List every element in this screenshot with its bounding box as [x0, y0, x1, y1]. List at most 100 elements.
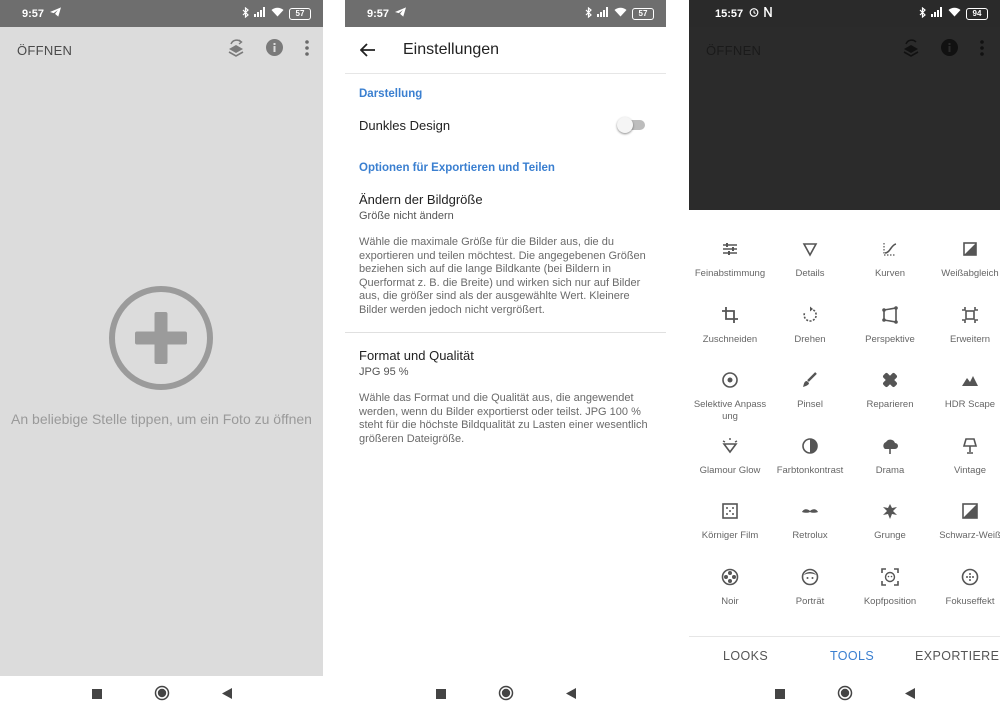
open-screen: 9:57 57 ÖFFNEN An beliebige Stelle tippe… — [0, 0, 323, 714]
signal-icon — [597, 7, 609, 20]
tool-label: Kopfposition — [863, 595, 917, 607]
open-button[interactable]: ÖFFNEN — [706, 43, 761, 58]
tool-label: Details — [795, 268, 825, 279]
home-icon[interactable] — [154, 685, 170, 706]
tool-healing[interactable]: Reparieren — [852, 369, 928, 411]
tool-brush[interactable]: Pinsel — [772, 369, 848, 411]
tab-looks[interactable]: LOOKS — [723, 649, 768, 663]
white-balance-icon — [932, 238, 1000, 260]
settings-screen: 9:57 57 Einstellungen Darstellung Dunkle… — [345, 0, 666, 714]
tool-glamour-glow[interactable]: Glamour Glow — [692, 435, 768, 477]
recents-icon[interactable] — [774, 686, 785, 704]
tool-perspective[interactable]: Perspektive — [852, 304, 928, 346]
tool-label: Noir — [721, 595, 739, 607]
layers-icon[interactable] — [903, 38, 919, 62]
back-arrow-icon[interactable] — [345, 43, 391, 57]
more-options-icon[interactable] — [980, 39, 984, 61]
tool-label: Porträt — [795, 595, 825, 607]
photo-open-area[interactable]: ÖFFNEN An beliebige Stelle tippen, um ei… — [0, 27, 323, 676]
tool-lens-blur[interactable]: Fokuseffekt — [932, 566, 1000, 608]
app-bar: ÖFFNEN — [0, 27, 323, 73]
system-nav-bar — [345, 676, 666, 714]
tool-black-white[interactable]: Schwarz-Weiß — [932, 500, 1000, 542]
recents-icon[interactable] — [435, 686, 446, 704]
tool-label: Drama — [875, 464, 905, 476]
page-title: Einstellungen — [403, 41, 500, 58]
tool-label: Erweitern — [949, 333, 991, 345]
tool-retrolux[interactable]: Retrolux — [772, 500, 848, 542]
wifi-icon — [271, 7, 284, 20]
expand-icon — [932, 304, 1000, 326]
tool-curves[interactable]: Kurven — [852, 238, 928, 280]
tool-label: Farbtonkontrast — [776, 464, 844, 476]
image-preview-area: ÖFFNEN — [689, 27, 1000, 210]
tools-grid: Feinabstimmung Details Kurven Weißabgleich Z… — [689, 210, 1000, 636]
divider — [345, 332, 666, 333]
tool-grainy-film[interactable]: Körniger Film — [692, 500, 768, 542]
add-photo-icon[interactable] — [108, 285, 214, 396]
section-display-title: Darstellung — [359, 88, 423, 100]
layers-icon[interactable] — [228, 38, 244, 62]
tool-label: Schwarz-Weiß — [939, 530, 1000, 541]
tab-export[interactable]: EXPORTIEREN — [915, 649, 1000, 663]
format-setting-value: JPG 95 % — [359, 366, 409, 378]
tool-noir[interactable]: Noir — [692, 566, 768, 608]
battery-indicator: 57 — [632, 7, 654, 20]
tool-label: Reparieren — [866, 399, 914, 410]
resize-setting-description: Wähle die maximale Größe für die Bilder … — [359, 236, 646, 316]
tool-label: Fokuseffekt — [945, 595, 995, 607]
tool-head-pose[interactable]: Kopfposition — [852, 566, 928, 608]
glamour-glow-icon — [692, 435, 768, 457]
battery-indicator: 57 — [289, 7, 311, 20]
bottom-tab-bar: LOOKS TOOLS EXPORTIEREN — [689, 636, 1000, 676]
info-icon[interactable] — [266, 39, 283, 61]
tool-label: Vintage — [953, 464, 987, 476]
back-nav-icon[interactable] — [565, 686, 576, 704]
back-nav-icon[interactable] — [221, 686, 232, 704]
home-icon[interactable] — [837, 685, 853, 706]
back-nav-icon[interactable] — [904, 686, 915, 704]
tool-selective[interactable]: Selektive Anpassung — [692, 369, 768, 423]
tool-grunge[interactable]: Grunge — [852, 500, 928, 542]
black-white-icon — [932, 500, 1000, 522]
bluetooth-icon — [242, 6, 249, 21]
tool-label: Körniger Film — [701, 530, 759, 541]
tool-hdr[interactable]: HDR Scape — [932, 369, 1000, 411]
tool-crop[interactable]: Zuschneiden — [692, 304, 768, 346]
tool-label: Selektive Anpassung — [693, 399, 767, 422]
tool-white-balance[interactable]: Weißabgleich — [932, 238, 1000, 280]
settings-header: Einstellungen — [345, 27, 666, 74]
info-icon[interactable] — [941, 39, 958, 61]
nfc-icon — [764, 4, 772, 20]
tab-tools[interactable]: TOOLS — [830, 649, 874, 663]
wifi-icon — [614, 7, 627, 20]
more-options-icon[interactable] — [305, 39, 309, 61]
tool-label: HDR Scape — [944, 399, 996, 410]
status-time: 15:57 — [715, 7, 744, 20]
resize-setting-title[interactable]: Ändern der Bildgröße — [359, 192, 483, 207]
tool-rotate[interactable]: Drehen — [772, 304, 848, 346]
open-hint-text: An beliebige Stelle tippen, um ein Foto … — [11, 411, 312, 427]
tune-icon — [692, 238, 768, 260]
tool-portrait[interactable]: Porträt — [772, 566, 848, 608]
tool-details[interactable]: Details — [772, 238, 848, 280]
dark-design-toggle[interactable] — [617, 117, 645, 133]
status-time: 9:57 — [367, 7, 390, 20]
tool-tonal-contrast[interactable]: Farbtonkontrast — [772, 435, 848, 477]
tools-screen: 15:57 94 ÖFFNEN Feinabstimmung Details K… — [689, 0, 1000, 714]
recents-icon[interactable] — [91, 686, 102, 704]
tool-tune[interactable]: Feinabstimmung — [692, 238, 768, 280]
battery-indicator: 94 — [966, 7, 988, 20]
drama-icon — [852, 435, 928, 457]
tool-expand[interactable]: Erweitern — [932, 304, 1000, 346]
selective-icon — [692, 369, 768, 391]
format-setting-title[interactable]: Format und Qualität — [359, 348, 474, 363]
bluetooth-icon — [585, 6, 592, 21]
brush-icon — [772, 369, 848, 391]
home-icon[interactable] — [498, 685, 514, 706]
tool-drama[interactable]: Drama — [852, 435, 928, 477]
open-button[interactable]: ÖFFNEN — [17, 43, 72, 58]
app-bar: ÖFFNEN — [689, 27, 1000, 73]
dark-design-label: Dunkles Design — [359, 118, 451, 133]
tool-vintage[interactable]: Vintage — [932, 435, 1000, 477]
